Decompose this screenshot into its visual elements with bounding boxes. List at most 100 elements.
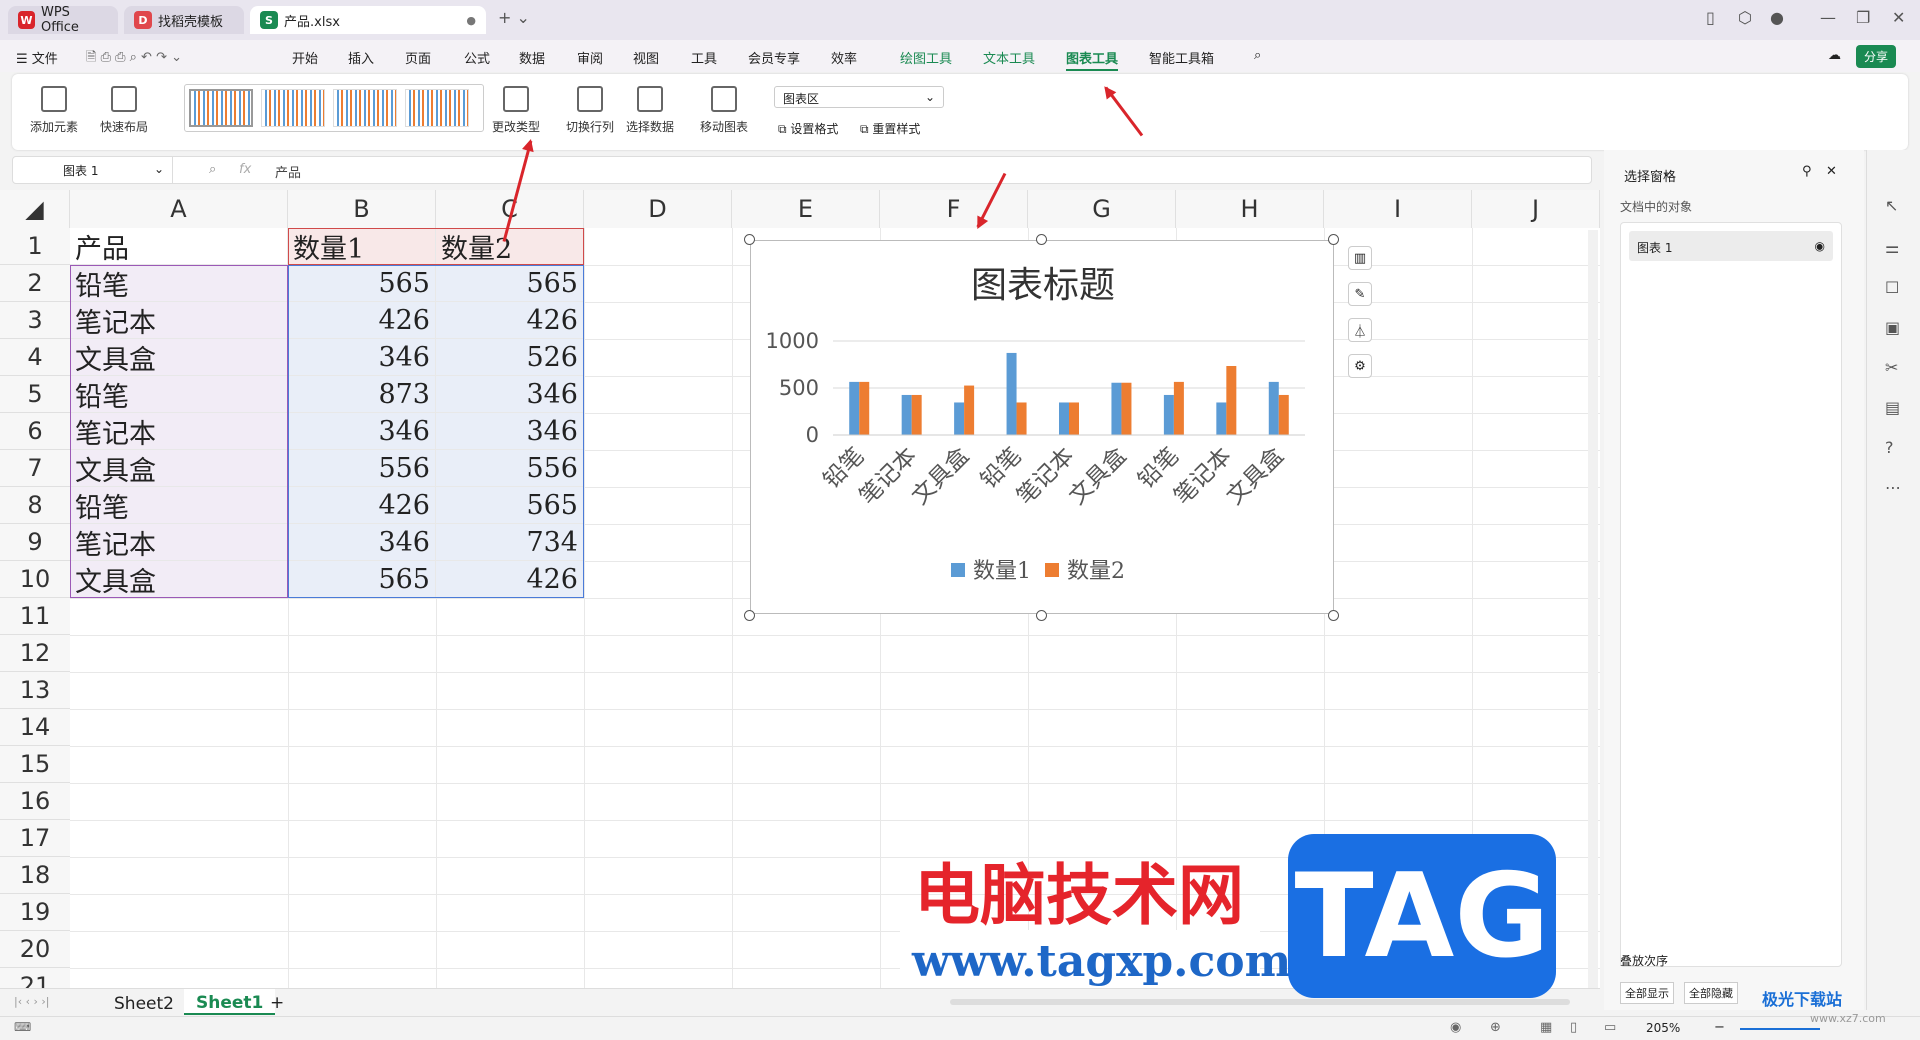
layout-icon[interactable]: ▯ xyxy=(1706,8,1715,27)
tab-template[interactable]: D 找稻壳模板 xyxy=(124,6,244,34)
menu-formula[interactable]: 公式 xyxy=(464,48,490,67)
menu-member[interactable]: 会员专享 xyxy=(748,48,800,67)
page-break-icon[interactable]: ▭ xyxy=(1604,1020,1616,1035)
chart-filter-icon[interactable]: ⏃ xyxy=(1348,318,1372,342)
resize-handle[interactable] xyxy=(1328,610,1339,621)
cell[interactable]: 产品 xyxy=(70,228,288,265)
chevron-down-icon[interactable]: ⌄ xyxy=(1662,166,1671,179)
column-header-D[interactable]: D xyxy=(584,190,732,228)
minimize-icon[interactable]: — xyxy=(1820,8,1836,27)
cell[interactable]: 426 xyxy=(436,561,584,598)
chart-style-4[interactable] xyxy=(405,89,469,127)
cell[interactable]: 铅笔 xyxy=(70,265,288,302)
zoom-slider[interactable] xyxy=(1740,1028,1820,1030)
menu-home[interactable]: 开始 xyxy=(292,48,318,67)
row-header[interactable]: 8 xyxy=(0,487,70,524)
menu-tools[interactable]: 工具 xyxy=(691,48,717,67)
menu-page[interactable]: 页面 xyxy=(405,48,431,67)
set-format-button[interactable]: ⧉ 设置格式 xyxy=(778,120,838,137)
sheet-nav-icons[interactable]: |‹ ‹ › ›| xyxy=(14,995,50,1008)
cell[interactable]: 565 xyxy=(288,561,436,598)
column-header-E[interactable]: E xyxy=(732,190,880,228)
column-header-G[interactable]: G xyxy=(1028,190,1176,228)
cell[interactable]: 数量2 xyxy=(436,228,584,265)
cell[interactable]: 文具盒 xyxy=(70,450,288,487)
change-type-button[interactable]: 更改类型 xyxy=(492,86,540,135)
menu-file[interactable]: ☰ 文件 xyxy=(16,48,58,67)
row-header[interactable]: 6 xyxy=(0,413,70,450)
cell[interactable]: 346 xyxy=(288,339,436,376)
row-header[interactable]: 20 xyxy=(0,931,70,968)
resize-handle[interactable] xyxy=(1036,610,1047,621)
name-box[interactable]: 图表 1 ⌄ xyxy=(13,157,173,183)
cell[interactable]: 笔记本 xyxy=(70,413,288,450)
column-header-I[interactable]: I xyxy=(1324,190,1472,228)
row-header[interactable]: 16 xyxy=(0,783,70,820)
sheet-tab-sheet2[interactable]: Sheet2 xyxy=(114,994,174,1014)
more-icon[interactable]: ⋯ xyxy=(1885,478,1901,497)
menu-efficiency[interactable]: 效率 xyxy=(831,48,857,67)
chart-settings-icon[interactable]: ⚙ xyxy=(1348,354,1372,378)
select-all-corner[interactable]: ◢ xyxy=(0,190,70,228)
menu-data[interactable]: 数据 xyxy=(519,48,545,67)
cell[interactable]: 565 xyxy=(288,265,436,302)
row-header[interactable]: 1 xyxy=(0,228,70,265)
cell[interactable]: 文具盒 xyxy=(70,339,288,376)
row-header[interactable]: 12 xyxy=(0,635,70,672)
chart-style-3[interactable] xyxy=(333,89,397,127)
book-icon[interactable]: ▤ xyxy=(1885,398,1900,417)
row-header[interactable]: 15 xyxy=(0,746,70,783)
switch-rowcol-button[interactable]: 切换行列 xyxy=(566,86,614,135)
macro-icon[interactable]: ⌨ xyxy=(14,1020,31,1034)
cell[interactable]: 346 xyxy=(436,413,584,450)
row-header[interactable]: 9 xyxy=(0,524,70,561)
cell[interactable]: 笔记本 xyxy=(70,524,288,561)
cell[interactable]: 426 xyxy=(436,302,584,339)
search-icon[interactable]: ⌕ xyxy=(1254,48,1261,63)
close-icon[interactable]: ✕ xyxy=(1826,164,1837,179)
sheet-tab-sheet1[interactable]: Sheet1 xyxy=(184,989,276,1015)
cell[interactable]: 数量1 xyxy=(288,228,436,265)
row-header[interactable]: 3 xyxy=(0,302,70,339)
column-header-F[interactable]: F xyxy=(880,190,1028,228)
image-icon[interactable]: ▣ xyxy=(1885,318,1900,337)
new-tab-icon[interactable]: + ⌄ xyxy=(498,8,530,27)
quick-layout-button[interactable]: 快速布局 xyxy=(100,86,148,135)
quick-access-icons[interactable]: 🗎 ⎙ ⎙ ⌕ ↶ ↷ ⌄ xyxy=(86,48,182,70)
zoom-level[interactable]: 205% xyxy=(1646,1021,1680,1035)
crosshair-icon[interactable]: ⊕ xyxy=(1490,1020,1501,1035)
cell[interactable]: 346 xyxy=(288,524,436,561)
menu-view[interactable]: 视图 xyxy=(633,48,659,67)
row-header[interactable]: 4 xyxy=(0,339,70,376)
row-header[interactable]: 10 xyxy=(0,561,70,598)
column-header-A[interactable]: A xyxy=(70,190,288,228)
page-view-icon[interactable]: ▯ xyxy=(1570,1020,1577,1035)
row-header[interactable]: 17 xyxy=(0,820,70,857)
cell[interactable]: 346 xyxy=(288,413,436,450)
restore-icon[interactable]: ❐ xyxy=(1856,8,1870,27)
add-element-button[interactable]: 添加元素 xyxy=(30,86,78,135)
pin-icon[interactable]: ⚲ xyxy=(1802,164,1812,179)
cell[interactable]: 556 xyxy=(436,450,584,487)
column-header-B[interactable]: B xyxy=(288,190,436,228)
resize-handle[interactable] xyxy=(744,234,755,245)
row-header[interactable]: 11 xyxy=(0,598,70,635)
select-data-button[interactable]: 选择数据 xyxy=(626,86,674,135)
object-item-chart1[interactable]: 图表 1 ◉ xyxy=(1629,231,1833,261)
column-header-H[interactable]: H xyxy=(1176,190,1324,228)
eye-protect-icon[interactable]: ◉ xyxy=(1450,1020,1461,1035)
zoom-out-icon[interactable]: − xyxy=(1714,1020,1725,1035)
comment-icon[interactable]: ☐ xyxy=(1885,278,1899,297)
tools-icon[interactable]: ✂ xyxy=(1885,358,1898,377)
resize-handle[interactable] xyxy=(744,610,755,621)
avatar[interactable]: ● xyxy=(1770,8,1784,27)
resize-handle[interactable] xyxy=(1328,234,1339,245)
chart-style-gallery[interactable] xyxy=(184,84,484,132)
row-header[interactable]: 13 xyxy=(0,672,70,709)
resize-handle[interactable] xyxy=(1036,234,1047,245)
vertical-scrollbar[interactable] xyxy=(1588,230,1598,990)
add-sheet-button[interactable]: + xyxy=(270,993,284,1013)
cell[interactable]: 556 xyxy=(288,450,436,487)
row-header[interactable]: 18 xyxy=(0,857,70,894)
cell[interactable]: 734 xyxy=(436,524,584,561)
